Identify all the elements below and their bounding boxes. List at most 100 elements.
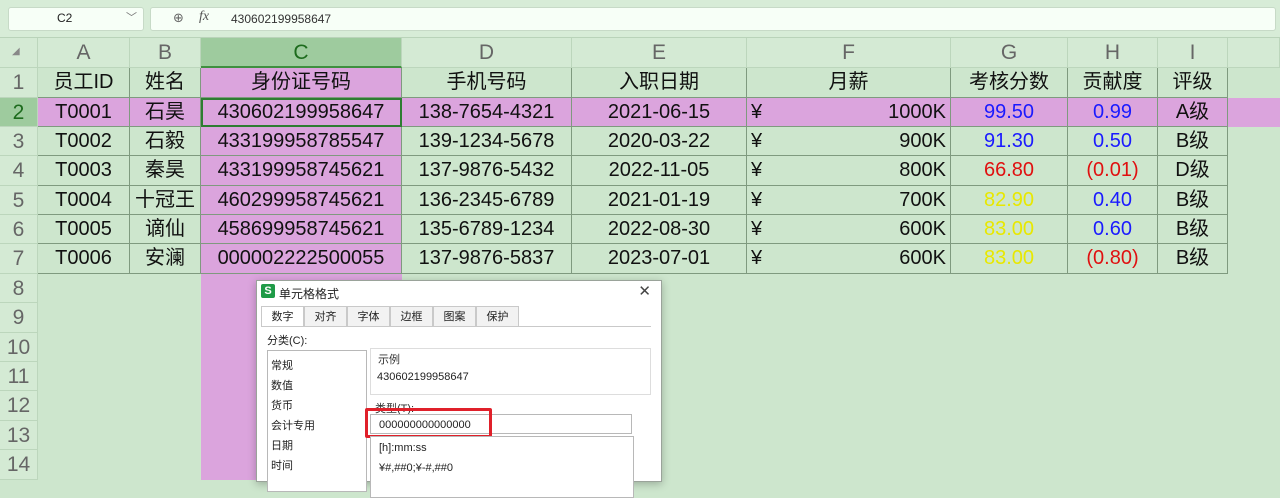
name-cell[interactable]: 石毅 [130,127,201,156]
grade-cell[interactable]: B级 [1158,186,1228,215]
row-header-7[interactable]: 7 [0,244,38,274]
phone-cell[interactable]: 136-2345-6789 [402,186,572,215]
name-cell[interactable]: 谪仙 [130,215,201,244]
phone-cell[interactable]: 135-6789-1234 [402,215,572,244]
row-header-11[interactable]: 11 [0,362,38,391]
contribution-cell[interactable]: (0.80) [1068,244,1158,274]
header-cell-id[interactable]: 员工ID [38,68,130,98]
hire-date-cell[interactable]: 2023-07-01 [572,244,747,274]
phone-cell[interactable]: 137-9876-5837 [402,244,572,274]
column-header-d[interactable]: D [402,38,572,68]
score-cell[interactable]: 91.30 [951,127,1068,156]
row-header-9[interactable]: 9 [0,303,38,333]
header-cell-phone[interactable]: 手机号码 [402,68,572,98]
function-icon[interactable]: fx [199,9,209,25]
phone-cell[interactable]: 137-9876-5432 [402,156,572,186]
hire-date-cell[interactable]: 2022-08-30 [572,215,747,244]
tab-4[interactable]: 图案 [433,306,476,326]
row-header-5[interactable]: 5 [0,186,38,215]
row-header-12[interactable]: 12 [0,391,38,421]
employee-id-cell[interactable]: T0004 [38,186,130,215]
contribution-cell[interactable]: (0.01) [1068,156,1158,186]
score-cell[interactable]: 83.00 [951,244,1068,274]
grade-cell[interactable]: B级 [1158,127,1228,156]
header-cell-contrib[interactable]: 贡献度 [1068,68,1158,98]
type-list[interactable]: [h]:mm:ss ¥#,##0;¥-#,##0 [370,436,634,498]
contribution-cell[interactable]: 0.99 [1068,98,1158,127]
salary-cell[interactable]: ¥700K [747,186,951,215]
formula-input[interactable]: ⊕ fx 430602199958647 [150,7,1276,31]
close-icon[interactable]: ✕ [638,282,651,300]
row-header-10[interactable]: 10 [0,333,38,362]
score-cell[interactable]: 66.80 [951,156,1068,186]
employee-id-cell[interactable]: T0001 [38,98,130,127]
type-item[interactable]: ¥#,##0;¥-#,##0 [379,462,453,474]
tab-2[interactable]: 字体 [347,306,390,326]
category-list[interactable]: 常规数值货币会计专用日期时间 [267,350,367,492]
name-cell[interactable]: 十冠王 [130,186,201,215]
category-item[interactable]: 常规 [271,357,293,373]
hire-date-cell[interactable]: 2022-11-05 [572,156,747,186]
column-header-e[interactable]: E [572,38,747,68]
column-header-next[interactable] [1228,38,1280,68]
id-number-cell[interactable]: 433199958745621 [201,156,402,186]
header-cell-date[interactable]: 入职日期 [572,68,747,98]
id-number-cell[interactable]: 433199958785547 [201,127,402,156]
select-all-corner[interactable]: ◢ [0,38,38,68]
salary-cell[interactable]: ¥600K [747,215,951,244]
row-header-13[interactable]: 13 [0,421,38,450]
zoom-icon[interactable]: ⊕ [173,10,184,26]
column-header-f[interactable]: F [747,38,951,68]
row-header-8[interactable]: 8 [0,274,38,303]
tab-1[interactable]: 对齐 [304,306,347,326]
category-item[interactable]: 会计专用 [271,417,315,433]
category-item[interactable]: 货币 [271,397,293,413]
phone-cell[interactable]: 138-7654-4321 [402,98,572,127]
phone-cell[interactable]: 139-1234-5678 [402,127,572,156]
employee-id-cell[interactable]: T0005 [38,215,130,244]
contribution-cell[interactable]: 0.60 [1068,215,1158,244]
id-number-cell[interactable]: 458699958745621 [201,215,402,244]
grade-cell[interactable]: A级 [1158,98,1228,127]
salary-cell[interactable]: ¥1000K [747,98,951,127]
score-cell[interactable]: 82.90 [951,186,1068,215]
column-header-i[interactable]: I [1158,38,1228,68]
column-header-a[interactable]: A [38,38,130,68]
grade-cell[interactable]: D级 [1158,156,1228,186]
grade-cell[interactable]: B级 [1158,244,1228,274]
hire-date-cell[interactable]: 2020-03-22 [572,127,747,156]
id-number-cell[interactable]: 460299958745621 [201,186,402,215]
hire-date-cell[interactable]: 2021-06-15 [572,98,747,127]
tab-3[interactable]: 边框 [390,306,433,326]
column-header-b[interactable]: B [130,38,201,68]
score-cell[interactable]: 99.50 [951,98,1068,127]
row-header-4[interactable]: 4 [0,156,38,186]
header-cell-grade[interactable]: 评级 [1158,68,1228,98]
employee-id-cell[interactable]: T0002 [38,127,130,156]
salary-cell[interactable]: ¥600K [747,244,951,274]
salary-cell[interactable]: ¥900K [747,127,951,156]
category-item[interactable]: 数值 [271,377,293,393]
grade-cell[interactable]: B级 [1158,215,1228,244]
header-cell-idno[interactable]: 身份证号码 [201,68,402,98]
header-cell-name[interactable]: 姓名 [130,68,201,98]
contribution-cell[interactable]: 0.40 [1068,186,1158,215]
id-number-cell[interactable]: 000002222500055 [201,244,402,274]
column-header-c[interactable]: C [201,38,402,68]
row-header-14[interactable]: 14 [0,450,38,480]
column-header-g[interactable]: G [951,38,1068,68]
employee-id-cell[interactable]: T0006 [38,244,130,274]
column-header-h[interactable]: H [1068,38,1158,68]
type-item[interactable]: [h]:mm:ss [379,442,427,454]
header-cell-score[interactable]: 考核分数 [951,68,1068,98]
name-cell[interactable]: 石昊 [130,98,201,127]
score-cell[interactable]: 83.00 [951,215,1068,244]
employee-id-cell[interactable]: T0003 [38,156,130,186]
tab-5[interactable]: 保护 [476,306,519,326]
category-item[interactable]: 时间 [271,457,293,473]
category-item[interactable]: 日期 [271,437,293,453]
chevron-down-icon[interactable]: ﹀ [126,9,137,25]
hire-date-cell[interactable]: 2021-01-19 [572,186,747,215]
row-header-2[interactable]: 2 [0,98,38,127]
row-header-1[interactable]: 1 [0,68,38,98]
